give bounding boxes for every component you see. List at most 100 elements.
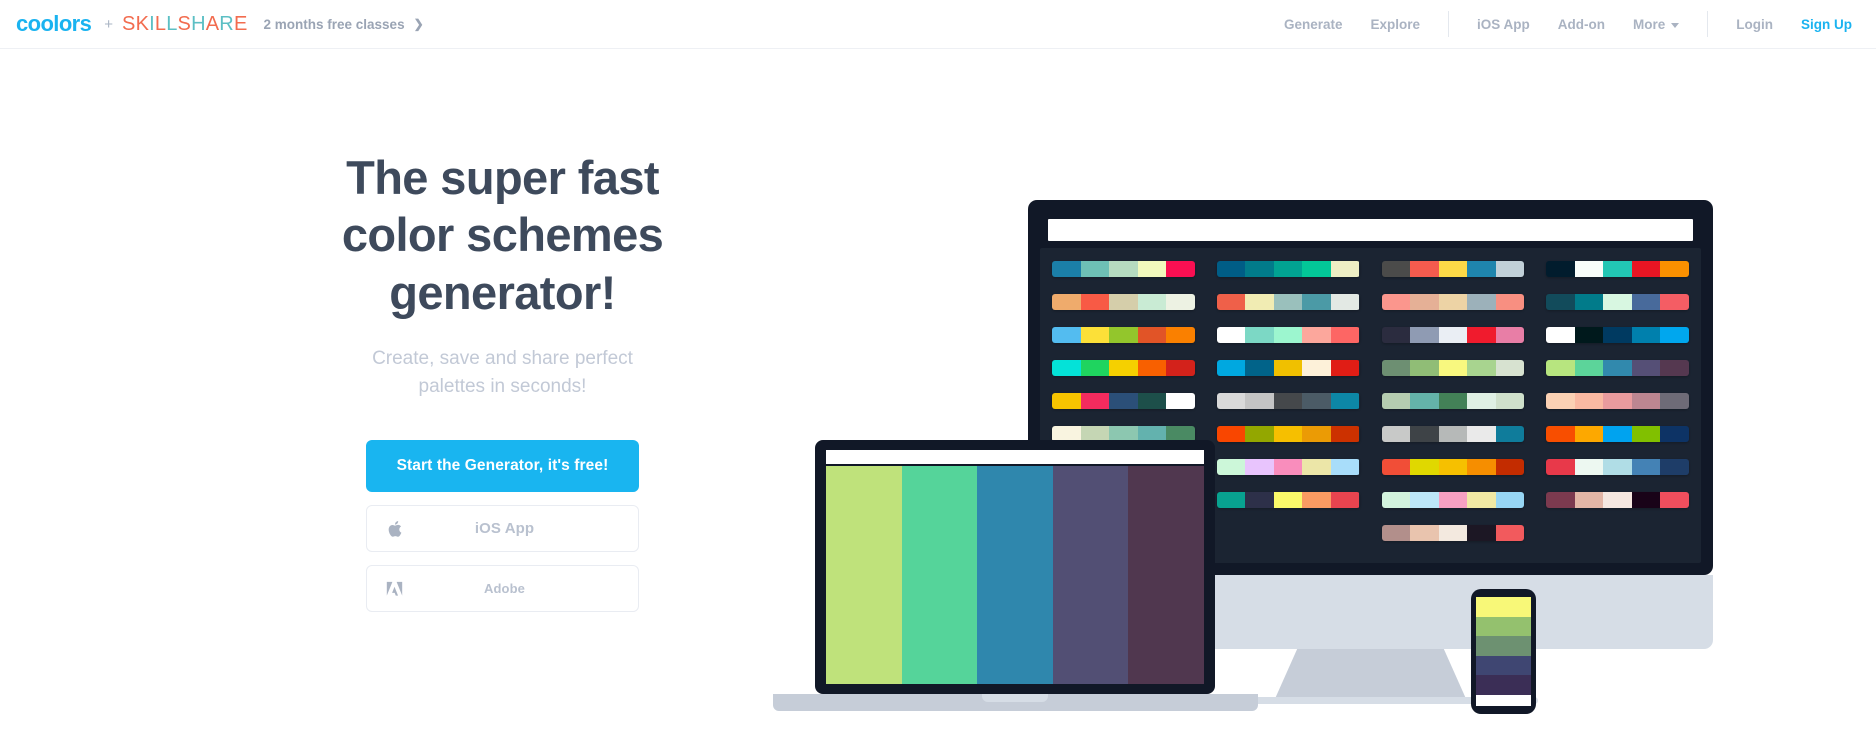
palette-row[interactable] bbox=[1381, 492, 1525, 508]
palette-swatch[interactable] bbox=[1109, 327, 1138, 343]
palette-swatch[interactable] bbox=[1302, 327, 1331, 343]
palette-swatch[interactable] bbox=[1603, 327, 1632, 343]
palette-swatch[interactable] bbox=[1216, 360, 1246, 376]
palette-swatch[interactable] bbox=[1381, 459, 1411, 475]
nav-add-on[interactable]: Add-on bbox=[1544, 17, 1619, 32]
palette-row[interactable] bbox=[1052, 261, 1195, 277]
palette-swatch[interactable] bbox=[1438, 426, 1468, 442]
palette-swatch[interactable] bbox=[1080, 294, 1110, 310]
palette-row[interactable] bbox=[1216, 360, 1360, 376]
palette-swatch[interactable] bbox=[1467, 492, 1496, 508]
palette-swatch[interactable] bbox=[1574, 492, 1604, 508]
palette-swatch[interactable] bbox=[1467, 459, 1496, 475]
palette-swatch[interactable] bbox=[1660, 492, 1689, 508]
nav-ios-app[interactable]: iOS App bbox=[1463, 17, 1544, 32]
palette-row[interactable] bbox=[1546, 360, 1689, 376]
palette-swatch[interactable] bbox=[1410, 525, 1439, 541]
palette-swatch[interactable] bbox=[1273, 360, 1303, 376]
palette-swatch[interactable] bbox=[1574, 294, 1604, 310]
palette-swatch[interactable] bbox=[1410, 261, 1439, 277]
palette-swatch[interactable] bbox=[1495, 492, 1525, 508]
palette-swatch[interactable] bbox=[1546, 393, 1575, 409]
palette-swatch[interactable] bbox=[1631, 327, 1661, 343]
palette-swatch[interactable] bbox=[1546, 426, 1575, 442]
palette-swatch[interactable] bbox=[1410, 492, 1439, 508]
palette-swatch[interactable] bbox=[1660, 426, 1689, 442]
palette-row[interactable] bbox=[1052, 360, 1195, 376]
ios-app-button[interactable]: iOS App bbox=[366, 505, 639, 553]
palette-swatch[interactable] bbox=[1495, 360, 1525, 376]
palette-swatch[interactable] bbox=[1467, 393, 1496, 409]
palette-swatch[interactable] bbox=[1546, 492, 1575, 508]
palette-swatch[interactable] bbox=[1467, 327, 1496, 343]
palette-swatch[interactable] bbox=[1330, 393, 1360, 409]
palette-row[interactable] bbox=[1216, 327, 1360, 343]
palette-swatch[interactable] bbox=[1381, 492, 1411, 508]
palette-swatch[interactable] bbox=[1574, 393, 1604, 409]
palette-swatch[interactable] bbox=[1660, 327, 1689, 343]
palette-row[interactable] bbox=[1381, 360, 1525, 376]
palette-swatch[interactable] bbox=[1109, 261, 1138, 277]
nav-sign-up[interactable]: Sign Up bbox=[1787, 17, 1856, 32]
palette-swatch[interactable] bbox=[1574, 360, 1604, 376]
palette-swatch[interactable] bbox=[1603, 426, 1632, 442]
palette-swatch[interactable] bbox=[1052, 327, 1081, 343]
palette-swatch[interactable] bbox=[1137, 360, 1167, 376]
palette-swatch[interactable] bbox=[1495, 525, 1525, 541]
palette-swatch[interactable] bbox=[1438, 492, 1468, 508]
palette-row[interactable] bbox=[1546, 294, 1689, 310]
palette-swatch[interactable] bbox=[1438, 327, 1468, 343]
palette-swatch[interactable] bbox=[1216, 261, 1246, 277]
palette-swatch[interactable] bbox=[1546, 360, 1575, 376]
palette-swatch[interactable] bbox=[1302, 492, 1331, 508]
palette-swatch[interactable] bbox=[1631, 459, 1661, 475]
palette-swatch[interactable] bbox=[1631, 426, 1661, 442]
palette-row[interactable] bbox=[1381, 426, 1525, 442]
palette-swatch[interactable] bbox=[1080, 261, 1110, 277]
palette-swatch[interactable] bbox=[1495, 393, 1525, 409]
palette-swatch[interactable] bbox=[1631, 360, 1661, 376]
nav-login[interactable]: Login bbox=[1722, 17, 1787, 32]
palette-swatch[interactable] bbox=[1574, 459, 1604, 475]
palette-swatch[interactable] bbox=[1438, 261, 1468, 277]
palette-swatch[interactable] bbox=[1330, 492, 1360, 508]
palette-swatch[interactable] bbox=[1245, 393, 1274, 409]
palette-swatch[interactable] bbox=[1137, 393, 1167, 409]
palette-swatch[interactable] bbox=[1273, 492, 1303, 508]
palette-swatch[interactable] bbox=[1574, 261, 1604, 277]
palette-row[interactable] bbox=[1216, 294, 1360, 310]
palette-swatch[interactable] bbox=[1302, 393, 1331, 409]
palette-row[interactable] bbox=[1216, 492, 1360, 508]
palette-row[interactable] bbox=[1546, 327, 1689, 343]
palette-swatch[interactable] bbox=[1410, 327, 1439, 343]
palette-swatch[interactable] bbox=[1302, 459, 1331, 475]
palette-swatch[interactable] bbox=[1495, 261, 1525, 277]
promo-link[interactable]: 2 months free classes ❯ bbox=[264, 17, 424, 32]
palette-swatch[interactable] bbox=[1302, 294, 1331, 310]
palette-swatch[interactable] bbox=[1660, 294, 1689, 310]
adobe-button[interactable]: Adobe bbox=[366, 565, 639, 613]
palette-swatch[interactable] bbox=[1166, 360, 1195, 376]
palette-swatch[interactable] bbox=[1273, 459, 1303, 475]
palette-swatch[interactable] bbox=[1574, 327, 1604, 343]
phone-palette-swatch[interactable] bbox=[1476, 675, 1531, 695]
palette-swatch[interactable] bbox=[1166, 261, 1195, 277]
laptop-palette-swatch[interactable] bbox=[901, 466, 978, 684]
palette-swatch[interactable] bbox=[1273, 393, 1303, 409]
palette-swatch[interactable] bbox=[1410, 360, 1439, 376]
palette-row[interactable] bbox=[1381, 393, 1525, 409]
palette-row[interactable] bbox=[1216, 261, 1360, 277]
phone-palette-swatch[interactable] bbox=[1476, 616, 1531, 637]
palette-swatch[interactable] bbox=[1166, 327, 1195, 343]
palette-swatch[interactable] bbox=[1080, 327, 1110, 343]
palette-swatch[interactable] bbox=[1302, 261, 1331, 277]
palette-swatch[interactable] bbox=[1381, 426, 1411, 442]
palette-swatch[interactable] bbox=[1302, 426, 1331, 442]
palette-swatch[interactable] bbox=[1546, 261, 1575, 277]
palette-row[interactable] bbox=[1546, 261, 1689, 277]
palette-row[interactable] bbox=[1381, 525, 1525, 541]
palette-swatch[interactable] bbox=[1410, 393, 1439, 409]
palette-swatch[interactable] bbox=[1109, 294, 1138, 310]
laptop-palette-swatch[interactable] bbox=[1052, 466, 1129, 684]
palette-swatch[interactable] bbox=[1660, 261, 1689, 277]
